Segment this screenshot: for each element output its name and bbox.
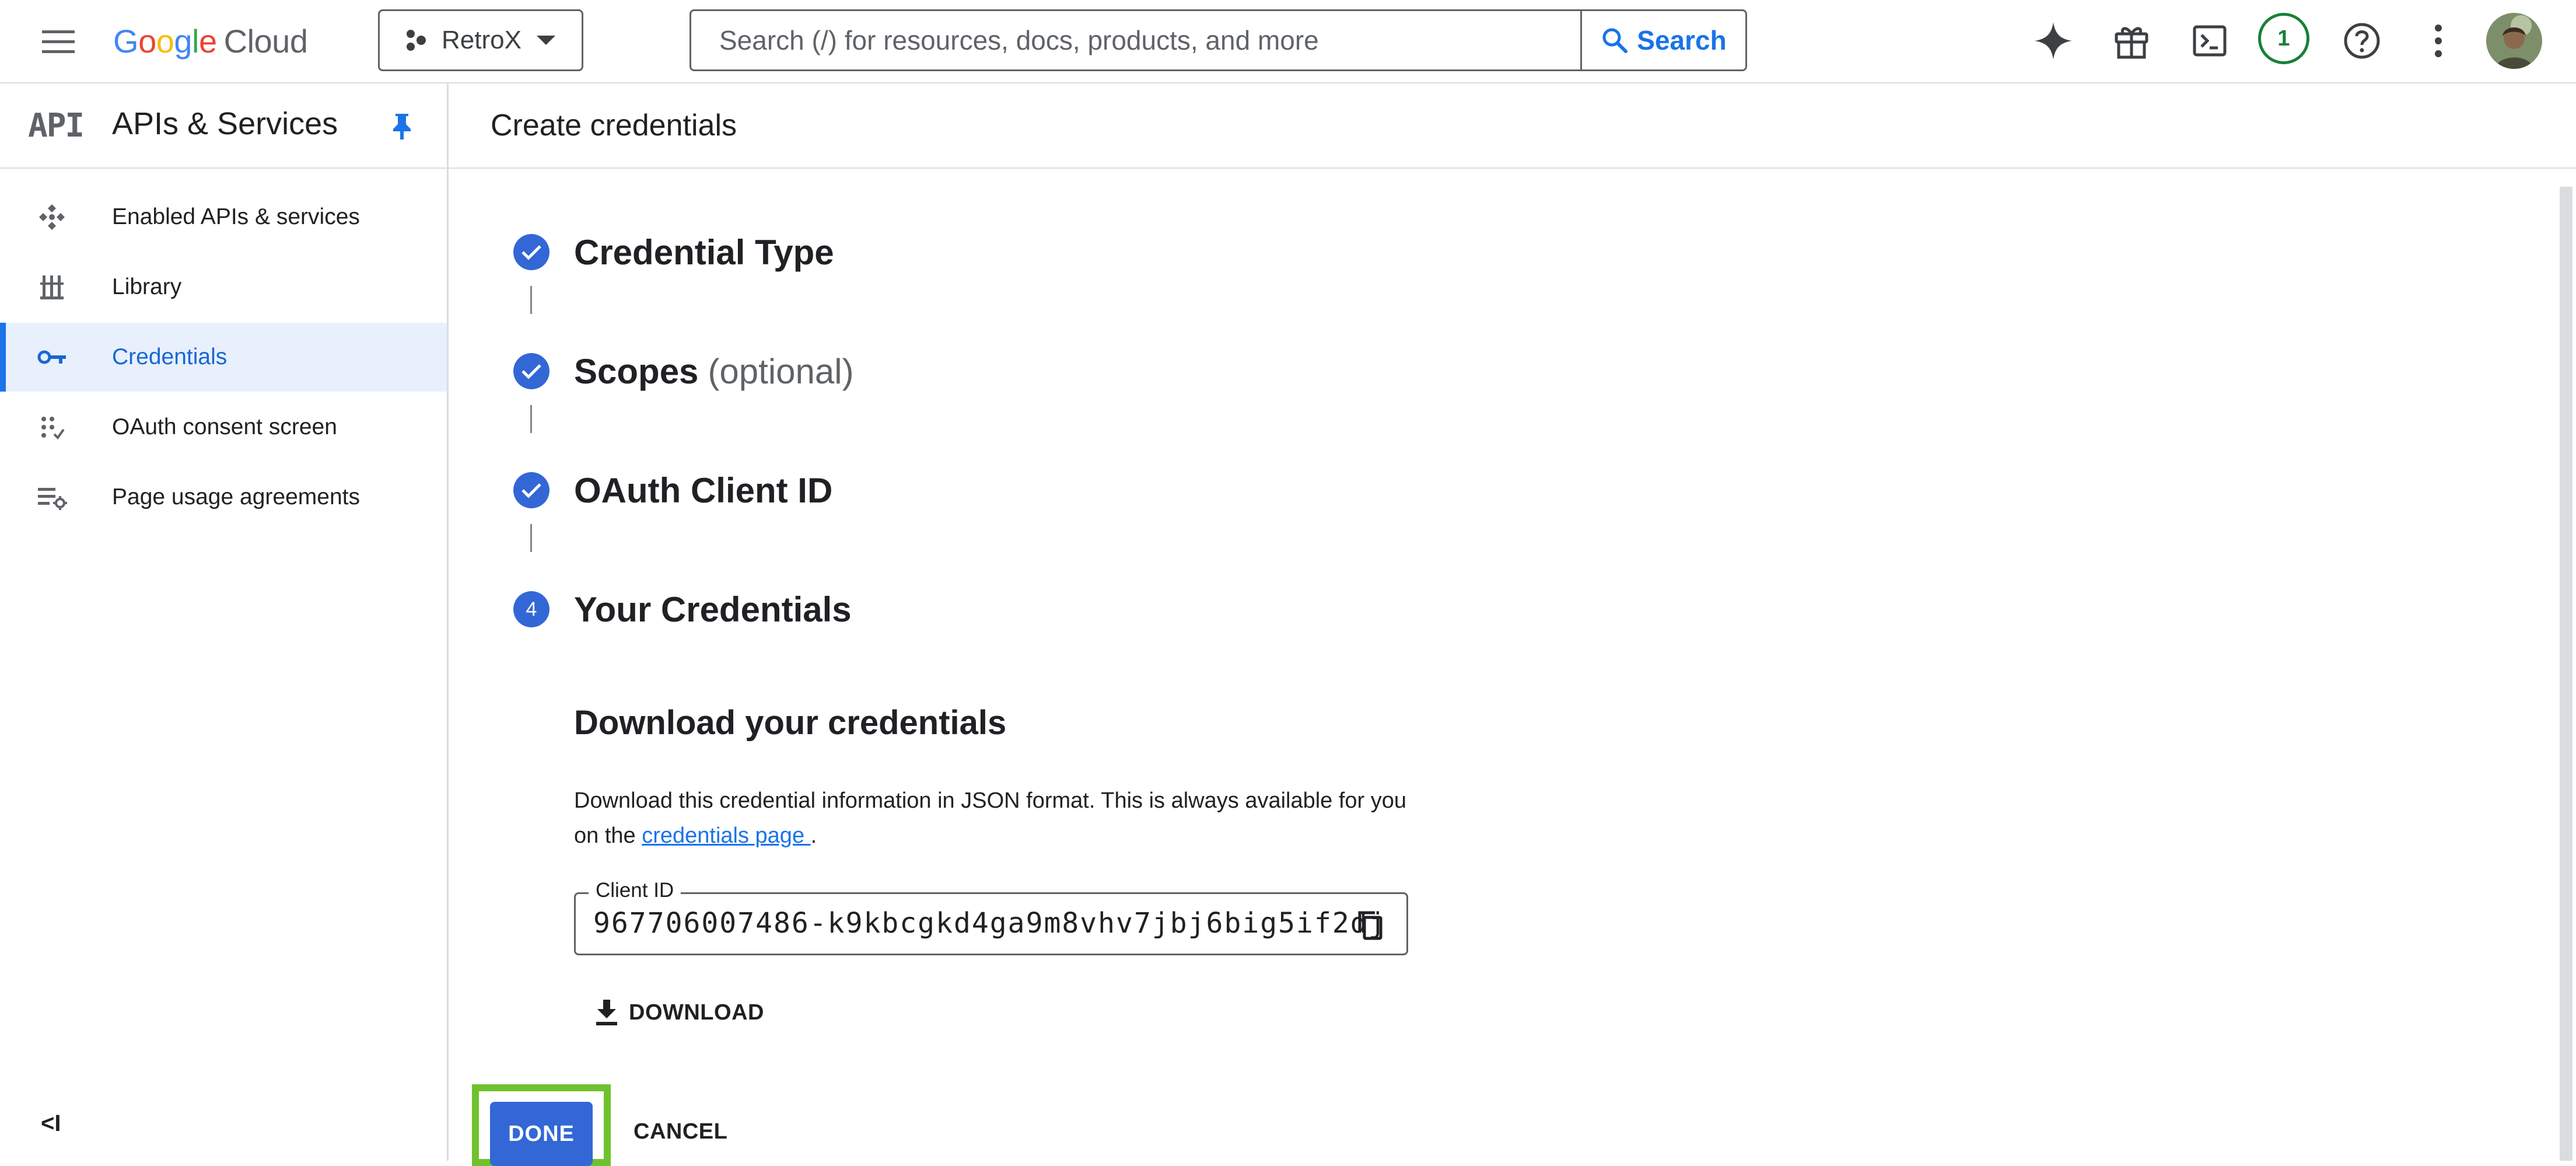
download-description: Download this credential information in … xyxy=(574,783,1414,853)
enabled-apis-icon xyxy=(0,203,112,231)
download-button[interactable]: DOWNLOAD xyxy=(594,992,764,1033)
api-logo: API xyxy=(28,107,85,145)
step-connector xyxy=(530,405,532,433)
sidebar-header: API APIs & Services xyxy=(0,83,447,169)
copy-icon[interactable] xyxy=(1355,909,1385,942)
sidebar-item-label: Credentials xyxy=(112,344,228,369)
step-title: Your Credentials xyxy=(574,589,852,629)
step-number: 4 xyxy=(513,591,550,627)
page-usage-icon xyxy=(0,484,112,510)
collapse-sidebar-button[interactable]: <I xyxy=(41,1111,61,1137)
logo-letter: e xyxy=(198,22,217,60)
search-button[interactable]: Search xyxy=(1580,11,1745,69)
search-icon xyxy=(1601,26,1629,54)
project-name: RetroX xyxy=(442,26,522,54)
step-your-credentials: 4 Your Credentials xyxy=(513,586,852,633)
step-oauth-client-id: OAuth Client ID xyxy=(513,467,832,514)
logo-cloud-text: Cloud xyxy=(223,22,308,60)
check-icon xyxy=(513,234,550,270)
sidebar-item-library[interactable]: Library xyxy=(0,253,447,322)
check-icon xyxy=(513,353,550,389)
step-connector xyxy=(530,524,532,552)
more-vert-icon[interactable] xyxy=(2415,18,2462,64)
logo-letter: o xyxy=(138,22,156,60)
step-title: OAuth Client ID xyxy=(574,470,833,510)
section-title: APIs & Services xyxy=(112,106,338,141)
notifications-badge[interactable]: 1 xyxy=(2258,13,2309,64)
pin-icon[interactable] xyxy=(388,111,415,141)
download-icon xyxy=(594,999,620,1027)
page-title: Create credentials xyxy=(491,109,737,142)
client-id-label: Client ID xyxy=(589,879,681,902)
oauth-consent-icon xyxy=(0,414,112,440)
google-cloud-logo[interactable]: Google Cloud xyxy=(113,18,308,64)
content-header: Create credentials xyxy=(449,83,2576,169)
logo-letter: o xyxy=(156,22,174,60)
sidebar-item-oauth-consent[interactable]: OAuth consent screen xyxy=(0,393,447,462)
logo-letter: G xyxy=(113,22,139,60)
cancel-button[interactable]: CANCEL xyxy=(634,1119,727,1144)
step-title: Credential Type xyxy=(574,232,834,272)
chevron-down-icon xyxy=(534,33,558,47)
hamburger-menu-icon[interactable] xyxy=(36,21,80,62)
description-text-end: . xyxy=(810,823,817,848)
download-heading: Download your credentials xyxy=(574,704,1007,742)
key-icon xyxy=(0,348,112,366)
check-icon xyxy=(513,472,550,508)
avatar[interactable] xyxy=(2486,13,2542,69)
top-bar: Google Cloud RetroX Search (/) for resou… xyxy=(0,0,2576,83)
step-scopes: Scopes (optional) xyxy=(513,348,854,395)
step-credential-type: Credential Type xyxy=(513,229,834,275)
search-box: Search xyxy=(690,9,1747,71)
sidebar-item-label: Enabled APIs & services xyxy=(112,204,360,229)
search-input[interactable] xyxy=(691,11,1580,69)
cloud-shell-icon[interactable] xyxy=(2186,18,2233,64)
client-id-field[interactable]: Client ID 967706007486-k9kbcgkd4ga9m8vhv… xyxy=(574,879,1408,955)
sidebar-item-label: OAuth consent screen xyxy=(112,414,337,439)
sidebar-item-label: Page usage agreements xyxy=(112,484,360,509)
logo-letter: g xyxy=(174,22,192,60)
download-label: DOWNLOAD xyxy=(629,1000,764,1025)
search-button-label: Search xyxy=(1637,25,1727,55)
scrollbar[interactable] xyxy=(2560,187,2572,1161)
library-icon xyxy=(0,273,112,301)
logo-letter: l xyxy=(192,22,199,60)
done-button[interactable]: DONE xyxy=(490,1102,593,1166)
sidebar: API APIs & Services Enabled APIs & servi… xyxy=(0,83,449,1161)
credentials-page-link[interactable]: credentials page xyxy=(642,823,810,848)
project-picker[interactable]: RetroX xyxy=(378,9,583,71)
project-icon xyxy=(403,27,429,53)
client-id-value[interactable]: 967706007486-k9kbcgkd4ga9m8vhv7jbj6big5i… xyxy=(593,907,1387,940)
help-icon[interactable] xyxy=(2339,18,2385,64)
sidebar-item-page-usage[interactable]: Page usage agreements xyxy=(0,463,447,532)
gemini-spark-icon[interactable] xyxy=(2030,18,2077,64)
sidebar-item-enabled-apis[interactable]: Enabled APIs & services xyxy=(0,183,447,252)
gift-icon[interactable] xyxy=(2108,18,2155,64)
sidebar-item-credentials[interactable]: Credentials xyxy=(0,323,447,392)
sidebar-item-label: Library xyxy=(112,274,182,299)
step-title: Scopes xyxy=(574,351,699,391)
step-connector xyxy=(530,286,532,314)
step-optional-label: (optional) xyxy=(708,351,854,391)
